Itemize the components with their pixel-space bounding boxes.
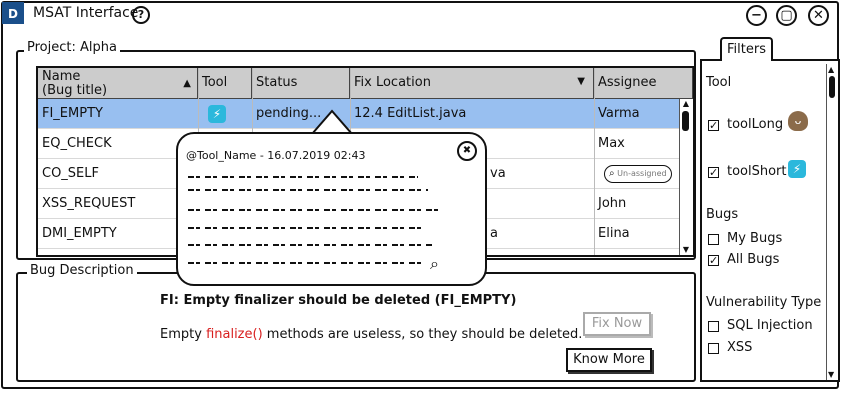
sort-up-icon[interactable]: ▲ — [183, 77, 191, 91]
scroll-thumb[interactable] — [682, 111, 689, 131]
scroll-thumb[interactable] — [829, 76, 835, 98]
cell-name: DMI_EMPTY — [42, 226, 117, 241]
popup-text-line — [188, 244, 433, 246]
sloth-icon: ᴗ — [788, 111, 808, 131]
bug-title: FI: Empty finalizer should be deleted (F… — [160, 293, 517, 308]
table-scrollbar[interactable]: ▲ ▼ — [679, 99, 693, 255]
filter-label: toolShort — [727, 164, 787, 179]
lightning-icon: ⚡ — [788, 160, 806, 178]
popup-header: @Tool_Name - 16.07.2019 02:43 — [186, 149, 366, 162]
popup-text-line — [188, 176, 418, 178]
filter-label: All Bugs — [727, 252, 780, 267]
assignee-dropdown[interactable]: ⌕ Un-assigned — [604, 164, 672, 183]
scroll-down-icon[interactable]: ▼ — [681, 246, 691, 254]
scroll-down-icon[interactable]: ▼ — [828, 370, 834, 379]
know-more-button[interactable]: Know More — [566, 348, 652, 372]
search-icon: ⌕ — [609, 167, 615, 179]
project-label: Project: Alpha — [24, 40, 120, 55]
popup-text-line — [188, 227, 426, 229]
cell-assignee[interactable]: ⌕ Un-assigned — [600, 159, 676, 189]
assignee-dropdown-label: Un-assigned — [617, 168, 667, 178]
column-header-tool[interactable]: Tool — [198, 68, 252, 99]
column-header-name-label: Name (Bug title) — [42, 69, 108, 98]
search-icon[interactable]: ⌕ — [430, 254, 439, 274]
filter-label: SQL Injection — [727, 318, 813, 333]
lightning-icon: ⚡ — [208, 104, 226, 123]
cell-assignee: Varma — [598, 106, 640, 121]
bug-text-prefix: Empty — [160, 327, 207, 342]
scroll-up-icon[interactable]: ▲ — [681, 100, 691, 108]
sort-down-icon[interactable]: ▼ — [577, 77, 585, 87]
popup-text-line — [188, 209, 440, 211]
minimize-button[interactable]: − — [746, 5, 767, 26]
filters-scrollbar[interactable]: ▲ ▼ — [826, 64, 838, 380]
close-button[interactable]: ✕ — [808, 5, 829, 26]
column-header-fix-location-label: Fix Location — [354, 75, 431, 90]
column-header-fix-location[interactable]: Fix Location ▼ — [350, 68, 594, 99]
cell-name: FI_EMPTY — [42, 106, 103, 121]
column-header-name[interactable]: Name (Bug title) ▲ — [38, 68, 198, 99]
cell-assignee: Elina — [598, 226, 630, 241]
tab-filters[interactable]: Filters — [720, 37, 773, 61]
column-header-assignee-label: Assignee — [598, 75, 657, 90]
app-logo: D — [2, 2, 24, 24]
cell-assignee: John — [598, 196, 627, 211]
app-title: MSAT Interface — [33, 5, 139, 21]
restore-button[interactable]: ▢ — [776, 5, 797, 26]
fix-now-button[interactable]: Fix Now — [583, 312, 651, 336]
column-divider — [594, 68, 595, 255]
filter-label: toolLong — [727, 117, 784, 132]
bug-code: finalize() — [206, 327, 263, 342]
checkbox[interactable] — [708, 321, 719, 332]
column-header-status-label: Status — [256, 75, 298, 90]
bug-text-suffix: methods are useless, so they should be d… — [262, 327, 583, 342]
filter-vuln-heading: Vulnerability Type — [706, 295, 822, 310]
column-header-status[interactable]: Status — [252, 68, 350, 99]
filter-label: XSS — [727, 340, 753, 355]
checkbox[interactable]: ✓ — [708, 167, 719, 178]
checkbox[interactable]: ✓ — [708, 120, 719, 131]
checkbox[interactable] — [708, 234, 719, 245]
filter-label: My Bugs — [727, 231, 783, 246]
table-row[interactable]: FI_EMPTY ⚡ pending... 12.4 EditList.java… — [38, 99, 680, 129]
close-popup-icon[interactable]: ✖ — [457, 141, 477, 161]
column-header-assignee[interactable]: Assignee — [594, 68, 693, 99]
cell-name: XSS_REQUEST — [42, 196, 136, 211]
filter-tool-heading: Tool — [706, 75, 732, 90]
checkbox[interactable]: ✓ — [708, 255, 719, 266]
column-header-tool-label: Tool — [202, 75, 228, 90]
bug-text: Empty finalize() methods are useless, so… — [160, 327, 582, 342]
filter-bugs-heading: Bugs — [706, 207, 739, 222]
bug-description-label: Bug Description — [27, 263, 137, 278]
scroll-up-icon[interactable]: ▲ — [828, 65, 834, 74]
popup-text-line — [188, 262, 424, 264]
cell-assignee: Max — [598, 136, 625, 151]
help-icon[interactable]: ? — [132, 6, 150, 24]
comment-popup: @Tool_Name - 16.07.2019 02:43 ✖ ⌕ — [176, 132, 487, 286]
checkbox[interactable] — [708, 343, 719, 354]
cell-name: CO_SELF — [42, 166, 99, 181]
cell-name: EQ_CHECK — [42, 136, 112, 151]
cell-fix-location: 12.4 EditList.java — [354, 106, 467, 121]
cell-tool: ⚡ — [204, 99, 244, 129]
popup-text-line — [188, 189, 428, 191]
